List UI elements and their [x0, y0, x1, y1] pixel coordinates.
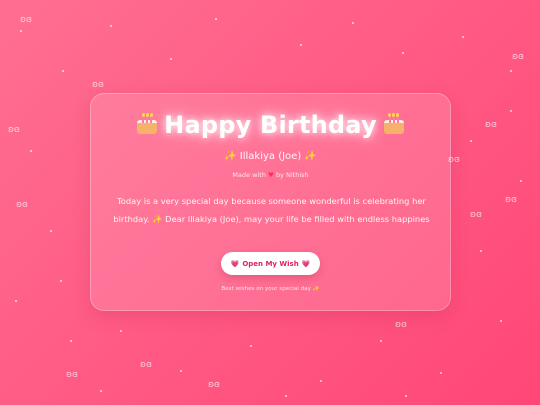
heart-icon: ♥	[268, 171, 274, 179]
made-with-line: Made with ♥ by Nithish	[91, 171, 450, 179]
footer-text: Best wishes on your special day ✨	[221, 286, 320, 292]
open-wish-button[interactable]: 💗 Open My Wish 💗	[221, 252, 320, 275]
title-text: Happy Birthday	[164, 111, 377, 139]
birthday-message: Today is a very special day because some…	[113, 196, 430, 224]
open-wish-label: Open My Wish	[242, 259, 299, 268]
heart-icon: 💗	[230, 259, 240, 268]
made-with-prefix: Made with	[232, 171, 266, 179]
recipient-line: ✨ Illakiya (Joe) ✨	[91, 151, 450, 162]
cake-icon	[383, 113, 405, 135]
recipient-name: Illakiya (Joe)	[239, 151, 302, 162]
made-with-suffix: by Nithish	[275, 171, 309, 179]
cake-icon	[136, 113, 158, 135]
sparkles-icon: ✨	[224, 151, 237, 162]
heart-icon: 💗	[301, 259, 311, 268]
card-title: Happy Birthday	[91, 111, 450, 139]
birthday-card: Happy Birthday ✨ Illakiya (Joe) ✨ Made w…	[90, 93, 451, 311]
sparkles-icon: ✨	[304, 151, 317, 162]
